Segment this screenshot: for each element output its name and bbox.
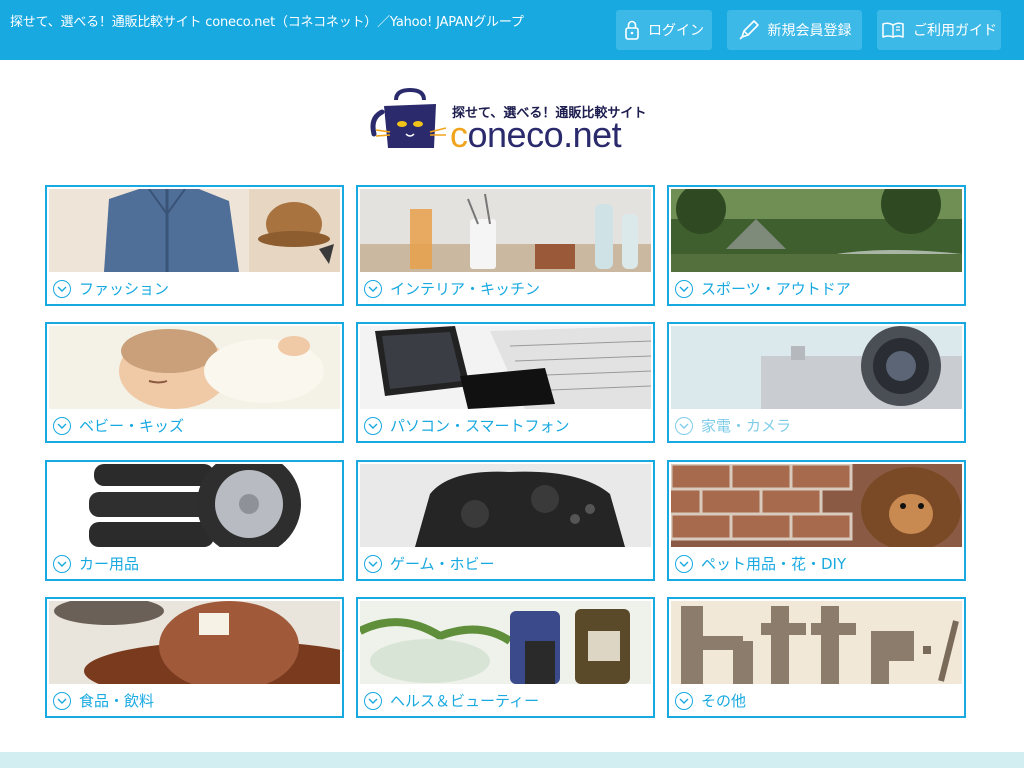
site-tagline: 探せて、選べる！通販比較サイト coneco.net（コネコネット）／Yahoo… [10,15,524,30]
category-tile-game-hobby[interactable]: ゲーム・ホビー [356,460,655,581]
book-icon [882,22,904,38]
category-tile-other[interactable]: その他 [667,597,966,718]
category-label: ヘルス＆ビューティー [364,690,539,711]
category-name: 食品・飲料 [79,692,155,710]
other-photo [671,601,962,684]
category-name: 家電・カメラ [701,417,792,435]
category-name: ペット用品・花・DIY [701,555,847,573]
chevron-down-circle-icon [364,279,382,298]
logo-wordmark-rest: oneco.net [467,114,622,155]
category-label: ファッション [53,278,169,299]
category-tile-health-beauty[interactable]: ヘルス＆ビューティー [356,597,655,718]
appliances-camera-photo [671,326,962,409]
logo-wordmark-c: c [450,114,468,155]
guide-label: ご利用ガイド [913,23,997,39]
chevron-down-circle-icon [364,691,382,710]
category-tile-pet-flower-diy[interactable]: ペット用品・花・DIY [667,460,966,581]
pet-flower-diy-photo [671,464,962,547]
pc-smartphone-photo [360,326,651,409]
category-tile-sports-outdoor[interactable]: スポーツ・アウトドア [667,185,966,306]
login-button[interactable]: ログイン [616,10,712,50]
baby-kids-photo [49,326,340,409]
category-tile-pc-smartphone[interactable]: パソコン・スマートフォン [356,322,655,443]
category-name: ベビー・キッズ [79,417,185,435]
chevron-down-circle-icon [53,554,71,573]
category-label: その他 [675,690,746,711]
login-label: ログイン [648,23,704,39]
interior-kitchen-photo [360,189,651,272]
category-label: ベビー・キッズ [53,415,184,436]
category-tile-car-goods[interactable]: カー用品 [45,460,344,581]
guide-button[interactable]: ご利用ガイド [877,10,1001,50]
food-drink-photo [49,601,340,684]
chevron-down-circle-icon [364,554,382,573]
register-label: 新規会員登録 [767,23,852,39]
chevron-down-circle-icon [53,691,71,710]
coneco-logo[interactable]: 探せて、選べる！通販比較サイト coneco.net [370,88,650,156]
fashion-photo [49,189,340,272]
health-beauty-photo [360,601,651,684]
car-goods-photo [49,464,340,547]
category-label: ペット用品・花・DIY [675,553,846,574]
sports-outdoor-photo [671,189,962,272]
category-name: ヘルス＆ビューティー [390,692,540,710]
category-label: カー用品 [53,553,139,574]
category-label: スポーツ・アウトドア [675,278,851,299]
category-tile-fashion[interactable]: ファッション [45,185,344,306]
category-name: ゲーム・ホビー [390,555,495,573]
category-label: パソコン・スマートフォン [364,415,570,436]
category-name: スポーツ・アウトドア [701,280,851,298]
category-label: 家電・カメラ [675,415,791,436]
chevron-down-circle-icon [364,416,382,435]
logo-wordmark: coneco.net [450,114,622,156]
category-tile-appliances-camera[interactable]: 家電・カメラ [667,322,966,443]
category-name: ファッション [79,280,170,298]
footer-strip [0,752,1024,768]
chevron-down-circle-icon [675,554,693,573]
category-tile-baby-kids[interactable]: ベビー・キッズ [45,322,344,443]
register-button[interactable]: 新規会員登録 [727,10,862,50]
lock-icon [625,20,639,40]
pen-icon [738,20,759,40]
chevron-down-circle-icon [675,279,693,298]
category-label: ゲーム・ホビー [364,553,495,574]
top-bar: 探せて、選べる！通販比較サイト coneco.net（コネコネット）／Yahoo… [0,0,1024,60]
category-name: カー用品 [79,555,140,573]
chevron-down-circle-icon [53,279,71,298]
chevron-down-circle-icon [675,416,693,435]
category-name: インテリア・キッチン [390,280,541,298]
cat-bag-logo-icon [370,88,447,148]
category-tile-interior-kitchen[interactable]: インテリア・キッチン [356,185,655,306]
chevron-down-circle-icon [53,416,71,435]
category-name: パソコン・スマートフォン [390,417,570,435]
category-label: 食品・飲料 [53,690,154,711]
category-tile-food-drink[interactable]: 食品・飲料 [45,597,344,718]
category-name: その他 [701,692,747,710]
chevron-down-circle-icon [675,691,693,710]
category-label: インテリア・キッチン [364,278,540,299]
game-hobby-photo [360,464,651,547]
